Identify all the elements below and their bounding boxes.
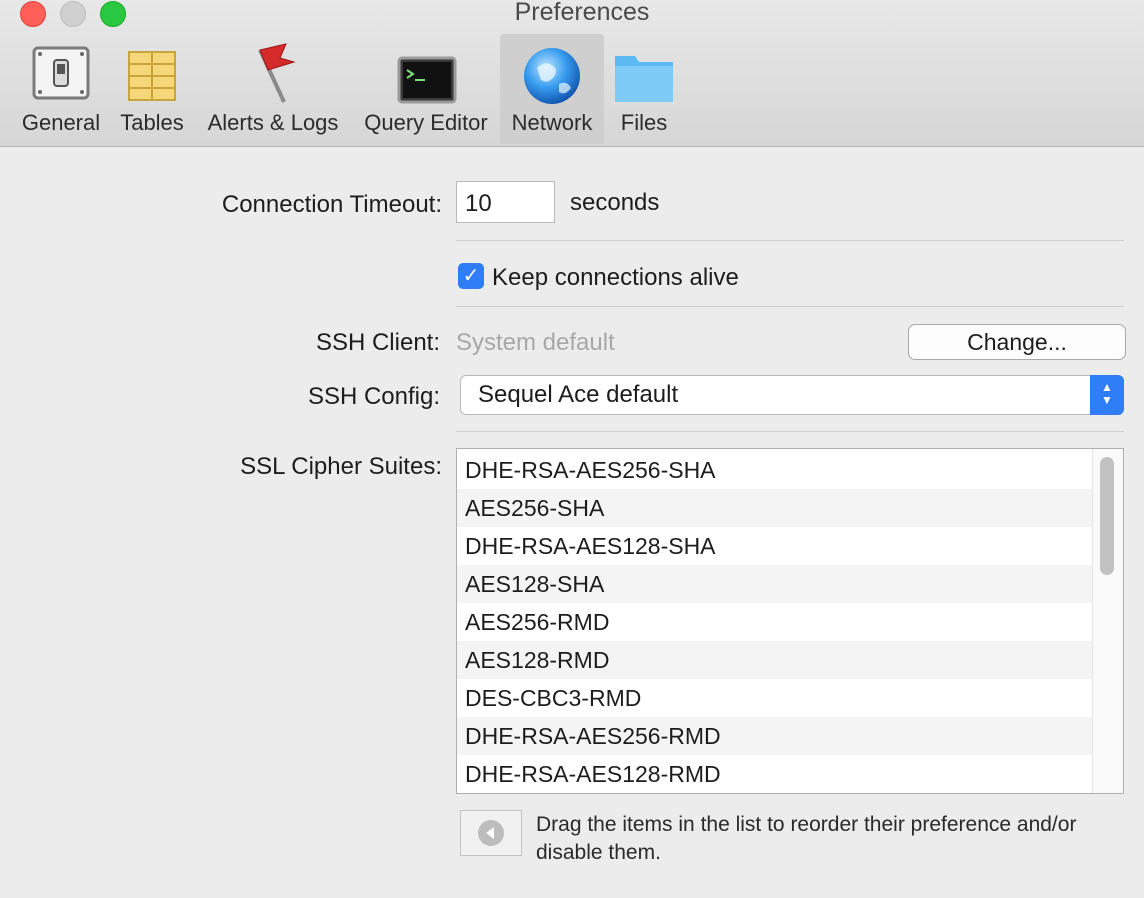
- tab-tables[interactable]: Tables: [112, 34, 192, 144]
- change-ssh-client-button[interactable]: Change...: [908, 324, 1126, 360]
- list-item[interactable]: DHE-RSA-AES128-SHA: [457, 527, 1093, 565]
- ssh-config-value: Sequel Ace default: [478, 381, 679, 408]
- tab-label: Tables: [120, 110, 184, 135]
- red-flag-icon: [240, 40, 306, 106]
- ssh-client-label: SSH Client:: [315, 329, 440, 356]
- keep-alive-checkbox[interactable]: ✓: [458, 263, 484, 289]
- switch-icon: [28, 40, 94, 106]
- list-item[interactable]: DHE-RSA-AES256-SHA: [457, 451, 1093, 489]
- ssh-config-select[interactable]: Sequel Ace default ▲ ▼: [460, 375, 1124, 415]
- tab-network[interactable]: Network: [500, 34, 604, 144]
- globe-icon: [519, 40, 585, 106]
- triangle-left-icon: [478, 820, 504, 846]
- separator: [456, 431, 1124, 432]
- list-item[interactable]: AES256-RMD: [457, 603, 1093, 641]
- ssh-config-label: SSH Config:: [307, 383, 440, 410]
- terminal-icon: [393, 40, 459, 106]
- ssh-client-value: System default: [456, 329, 615, 356]
- list-item[interactable]: DES-CBC3-RMD: [457, 679, 1093, 717]
- timeout-unit-label: seconds: [570, 189, 660, 216]
- tab-files[interactable]: Files: [608, 34, 680, 144]
- connection-timeout-value: 10: [465, 190, 492, 217]
- tab-alerts-logs[interactable]: Alerts & Logs: [200, 34, 346, 144]
- list-item[interactable]: AES128-RMD: [457, 641, 1093, 679]
- tab-general[interactable]: General: [14, 34, 108, 144]
- list-scrollbar[interactable]: [1092, 449, 1123, 793]
- chevron-up-down-icon: ▲ ▼: [1090, 375, 1124, 415]
- table-grid-icon: [119, 40, 185, 106]
- folder-icon: [611, 40, 677, 106]
- list-item[interactable]: DHE-RSA-AES128-RMD: [457, 755, 1093, 793]
- tab-label: Files: [620, 110, 668, 135]
- separator: [456, 306, 1124, 307]
- tab-label: Alerts & Logs: [207, 110, 339, 135]
- keep-alive-label: Keep connections alive: [492, 264, 739, 291]
- help-text: Drag the items in the list to reorder th…: [536, 813, 1077, 864]
- connection-timeout-input[interactable]: 10: [456, 181, 555, 223]
- ssl-cipher-list[interactable]: DHE-RSA-AES256-SHA AES256-SHA DHE-RSA-AE…: [456, 448, 1124, 794]
- ssl-cipher-suites-label: SSL Cipher Suites:: [240, 453, 442, 480]
- connection-timeout-label: Connection Timeout:: [221, 191, 442, 218]
- separator: [456, 240, 1124, 241]
- list-item[interactable]: AES256-SHA: [457, 489, 1093, 527]
- tab-query-editor[interactable]: Query Editor: [356, 34, 496, 144]
- scrollbar-thumb[interactable]: [1100, 457, 1114, 575]
- tab-label: Query Editor: [364, 110, 488, 135]
- list-item[interactable]: AES128-SHA: [457, 565, 1093, 603]
- window-titlebar: Preferences General Tables Alerts & Logs…: [0, 0, 1144, 147]
- tab-label: Network: [511, 110, 593, 135]
- window-title: Preferences: [514, 0, 650, 26]
- list-item[interactable]: DHE-RSA-AES256-RMD: [457, 717, 1093, 755]
- help-button[interactable]: [460, 810, 522, 856]
- tab-label: General: [21, 110, 101, 135]
